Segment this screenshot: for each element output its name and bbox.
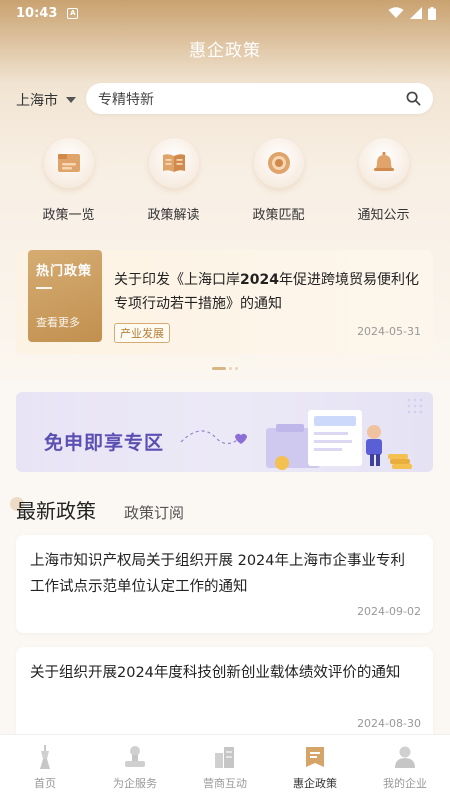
tab-label: 惠企政策 (293, 777, 337, 790)
search-input[interactable]: 专精特新 (98, 89, 406, 109)
tab-business-interaction[interactable]: 营商互动 (180, 735, 270, 800)
view-more-link[interactable]: 查看更多 (36, 314, 80, 330)
quick-link-label: 政策解读 (147, 208, 200, 223)
wifi-icon (388, 7, 404, 18)
quick-links: 政策一览 政策解读 政策匹配 通知公示 (0, 138, 450, 223)
policy-list-icon (57, 154, 80, 172)
category-badge: 产业发展 (114, 323, 170, 343)
caret-down-icon (66, 97, 76, 103)
interact-icon (215, 747, 234, 768)
tab-my-enterprise[interactable]: 我的企业 (360, 735, 450, 800)
quick-link-notice[interactable]: 通知公示 (331, 138, 436, 223)
tab-label: 营商互动 (203, 777, 247, 790)
tab-enterprise-policy[interactable]: 惠企政策 (270, 735, 360, 800)
service-icon (125, 746, 145, 767)
divider (36, 287, 52, 289)
policy-tabs: 最新政策 政策订阅 (10, 495, 184, 524)
tab-home[interactable]: 首页 (0, 735, 90, 800)
hot-policy-tag[interactable]: 热门政策 查看更多 (28, 250, 102, 342)
hot-policy-date: 2024-05-31 (357, 325, 421, 338)
user-icon (395, 746, 415, 768)
city-label: 上海市 (16, 93, 58, 109)
carousel-indicator (212, 367, 238, 370)
home-icon (40, 745, 50, 769)
quick-link-policy-interpret[interactable]: 政策解读 (121, 138, 226, 223)
policy-title: 上海市知识产权局关于组织开展 2024年上海市企事业专利工作试点示范单位认定工作… (30, 553, 406, 595)
battery-icon (428, 6, 436, 20)
policy-date: 2024-09-02 (357, 605, 421, 618)
policy-card[interactable]: 上海市知识产权局关于组织开展 2024年上海市企事业专利工作试点示范单位认定工作… (16, 535, 433, 633)
signal-icon (410, 7, 422, 19)
city-selector[interactable]: 上海市 (16, 90, 76, 110)
carousel-dot (229, 367, 232, 370)
bell-icon (373, 152, 394, 171)
policy-icon (306, 747, 324, 767)
quick-link-label: 政策一览 (42, 208, 95, 223)
tab-policy-subscribe[interactable]: 政策订阅 (124, 502, 184, 523)
page-title: 惠企政策 (189, 41, 261, 61)
hot-policy-title[interactable]: 关于印发《上海口岸2024年促进跨境贸易便利化专项行动若干措施》的通知 (114, 268, 422, 316)
quick-link-policy-list[interactable]: 政策一览 (16, 138, 121, 223)
status-time: 10:43 (16, 5, 58, 21)
carousel-dot (235, 367, 238, 370)
search-icon[interactable] (406, 91, 421, 106)
policy-date: 2024-08-30 (357, 717, 421, 730)
hot-tag-title: 热门政策 (36, 264, 93, 279)
carousel-dot (212, 367, 226, 370)
banner-title: 免申即享专区 (44, 432, 165, 454)
quick-link-policy-match[interactable]: 政策匹配 (226, 138, 331, 223)
policy-card[interactable]: 关于组织开展2024年度科技创新创业载体绩效评价的通知 2024-08-30 (16, 647, 433, 742)
tab-label: 首页 (34, 777, 56, 790)
policy-title: 关于组织开展2024年度科技创新创业载体绩效评价的通知 (30, 665, 401, 681)
quick-link-label: 通知公示 (357, 208, 410, 223)
tab-label: 为企服务 (113, 777, 157, 790)
exemption-banner[interactable]: 免申即享专区 (16, 392, 433, 472)
tab-latest-policy[interactable]: 最新政策 (10, 495, 96, 524)
book-icon (162, 154, 185, 172)
hot-policy-card[interactable]: 热门政策 查看更多 关于印发《上海口岸2024年促进跨境贸易便利化专项行动若干措… (16, 250, 433, 354)
status-bar: 10:43 A (0, 0, 450, 26)
tab-label: 我的企业 (383, 777, 427, 790)
notification-icon: A (67, 7, 79, 19)
target-icon (267, 152, 290, 174)
tab-enterprise-service[interactable]: 为企服务 (90, 735, 180, 800)
quick-link-label: 政策匹配 (252, 208, 305, 223)
bottom-tab-bar: 首页 为企服务 营商互动 惠企政策 我的企业 (0, 734, 450, 800)
search-bar[interactable]: 专精特新 (86, 83, 433, 114)
